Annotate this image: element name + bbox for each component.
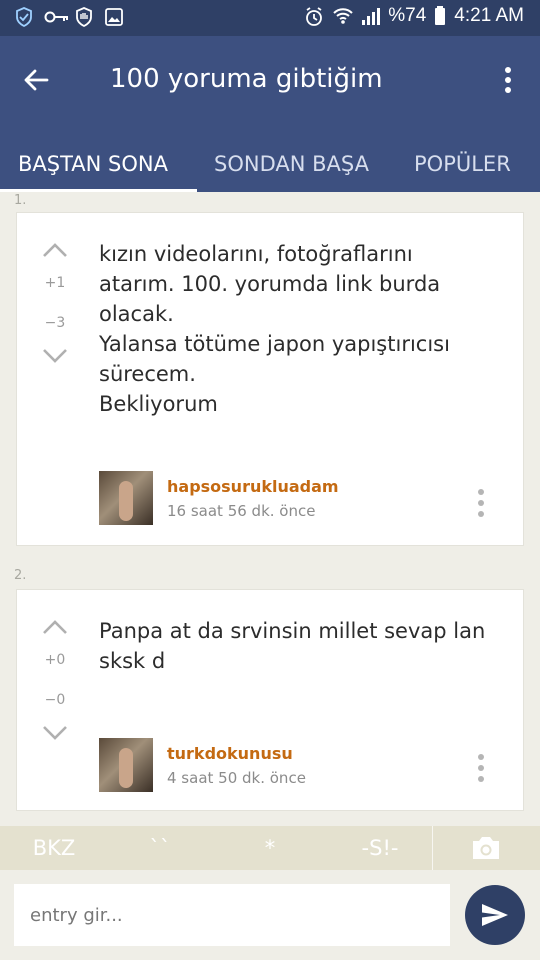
chevron-up-icon [43,243,67,257]
notification-icons [14,7,124,28]
downvote-button[interactable] [39,343,71,369]
entry-timestamp: 4 saat 50 dk. önce [167,768,306,787]
wifi-icon [332,6,353,26]
vote-column: +1 −3 [39,237,71,369]
shield-icon [14,7,34,28]
more-vertical-icon [478,489,484,517]
star-button[interactable]: * [240,826,300,870]
sort-tabs: BAŞTAN SONA SONDAN BAŞA POPÜLER [0,136,540,192]
downvote-count: −3 [44,315,66,331]
bkz-button[interactable]: BKZ [14,826,94,870]
camera-icon [473,837,499,859]
avatar[interactable] [99,471,153,525]
app-bar: 100 yoruma gibtiğim BAŞTAN SONA SONDAN B… [0,36,540,192]
author-meta: hapsosurukluadam 16 saat 56 dk. önce [167,477,339,520]
author-name[interactable]: turkdokunusu [167,744,306,763]
hand-shield-icon [74,7,94,28]
entry-input[interactable] [14,884,450,946]
entry-card: +1 −3 kızın videolarını, fotoğraflarını … [16,212,524,546]
chevron-down-icon [43,349,67,363]
entry-text: kızın videolarını, fotoğraflarını atarım… [99,242,450,416]
battery-icon [434,6,446,26]
spoiler-button[interactable]: -S!- [340,826,420,870]
camera-button[interactable] [450,826,522,870]
upvote-button[interactable] [39,614,71,640]
status-bar: %74 4:21 AM [0,0,540,36]
author-row: hapsosurukluadam 16 saat 56 dk. önce [99,471,339,525]
format-toolbar: BKZ `` * -S!- [0,826,540,870]
chevron-down-icon [43,726,67,740]
image-icon [104,7,124,27]
entry-more-button[interactable] [471,750,491,786]
toolbar-divider [432,826,433,870]
active-tab-indicator [0,189,197,192]
composer [0,870,540,960]
avatar[interactable] [99,738,153,792]
system-status: %74 4:21 AM [304,5,524,27]
author-meta: turkdokunusu 4 saat 50 dk. önce [167,744,306,787]
entry-number: 2. [14,568,27,583]
page-title: 100 yoruma gibtiğim [110,64,383,94]
author-name[interactable]: hapsosurukluadam [167,477,339,496]
author-row: turkdokunusu 4 saat 50 dk. önce [99,738,306,792]
entry-timestamp: 16 saat 56 dk. önce [167,501,316,520]
alarm-icon [304,6,324,26]
battery-percent: %74 [388,5,427,26]
send-button[interactable] [465,885,525,945]
tab-bastan-sona[interactable]: BAŞTAN SONA [18,136,168,192]
backtick-button[interactable]: `` [130,826,190,870]
tab-sondan-basa[interactable]: SONDAN BAŞA [214,136,369,192]
downvote-button[interactable] [39,720,71,746]
upvote-count: +1 [44,275,66,291]
arrow-left-icon [24,69,49,91]
back-button[interactable] [18,62,54,98]
upvote-button[interactable] [39,237,71,263]
upvote-count: +0 [44,652,66,668]
entry-card: +0 −0 Panpa at da srvinsin millet sevap … [16,589,524,811]
downvote-count: −0 [44,692,66,708]
chevron-up-icon [43,620,67,634]
key-icon [44,7,68,27]
entry-more-button[interactable] [471,485,491,521]
more-vertical-icon [478,754,484,782]
entry-text: Panpa at da srvinsin millet sevap lan sk… [99,619,486,673]
clock: 4:21 AM [454,5,524,26]
tab-populer[interactable]: POPÜLER [414,136,511,192]
overflow-menu-button[interactable] [494,62,522,98]
signal-icon [360,6,381,26]
more-vertical-icon [505,67,511,93]
entry-number: 1. [14,193,27,208]
send-icon [482,904,508,926]
vote-column: +0 −0 [39,614,71,746]
